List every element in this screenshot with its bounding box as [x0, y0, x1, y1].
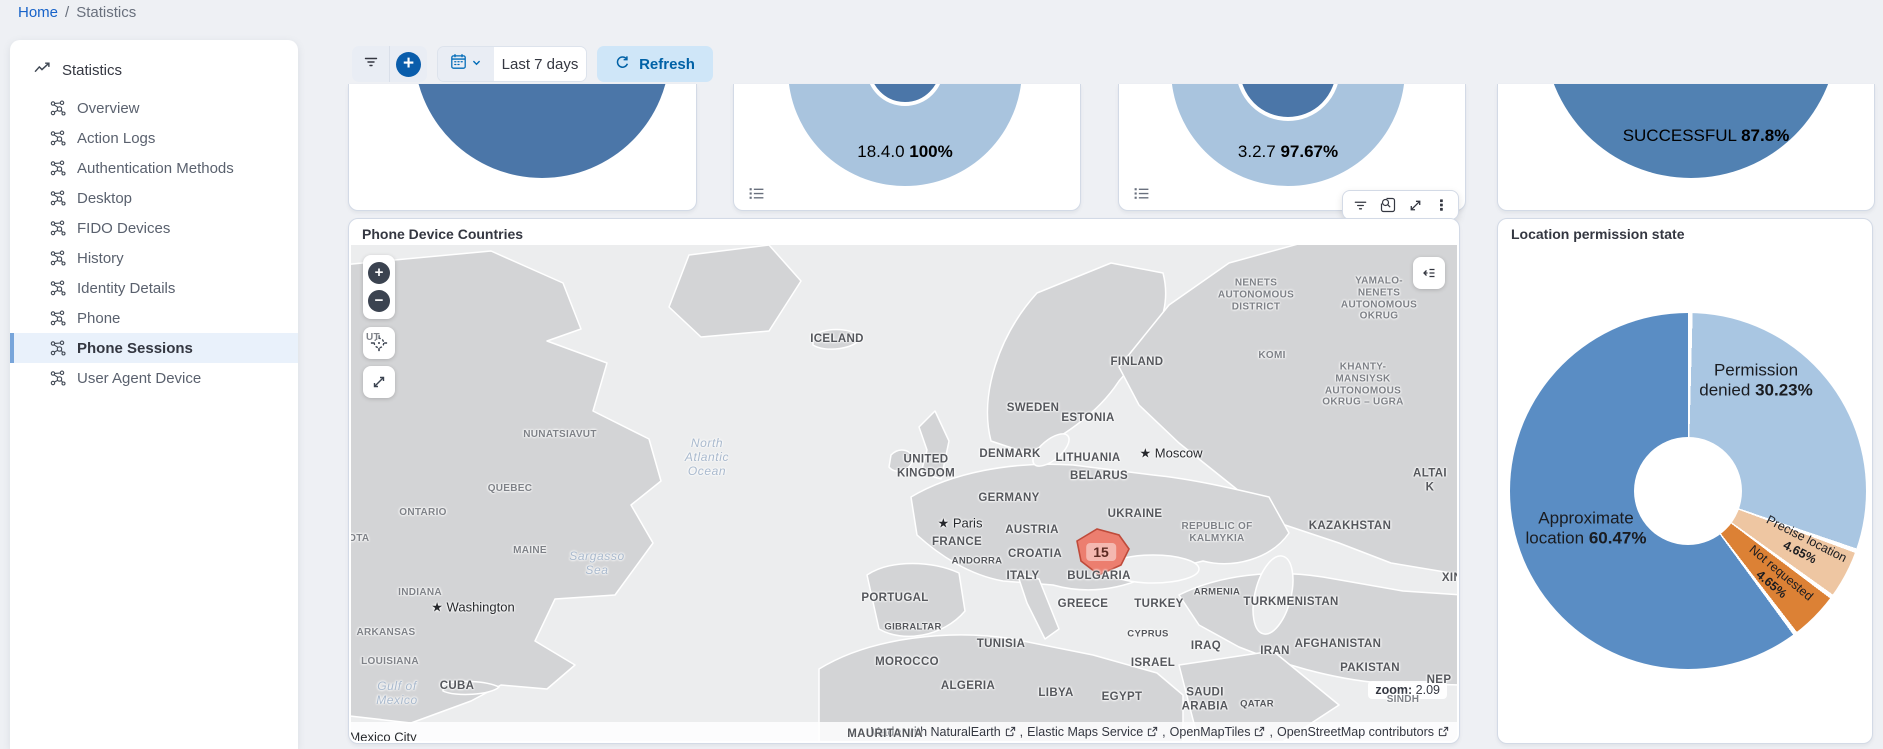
graph-nodes-icon [50, 220, 66, 236]
breadcrumb-current: Statistics [76, 4, 136, 21]
map-area[interactable]: 15 + − zoom: 2.09 Made with NaturalEarth… [351, 245, 1457, 741]
sidebar-title: Statistics [62, 62, 122, 79]
statistics-dashboard: Home / Statistics Statistics Overview Act… [0, 0, 1883, 749]
graph-nodes-icon [50, 280, 66, 296]
map-country-count-badge: 15 [1086, 543, 1116, 561]
graph-nodes-icon [50, 130, 66, 146]
sidebar: Statistics Overview Action Logs Authentica… [10, 40, 298, 749]
time-range-display[interactable]: Last 7 days [494, 47, 586, 81]
legend-toggle-icon[interactable] [746, 183, 767, 204]
map-zoom-controls: + − [363, 255, 395, 319]
panel-success-pie: SUCCESSFUL 87.8% [1497, 84, 1875, 211]
sidebar-item-user-agent-device[interactable]: User Agent Device [10, 363, 298, 393]
sidebar-item-fido-devices[interactable]: FIDO Devices [10, 213, 298, 243]
filter-button[interactable] [352, 46, 389, 82]
graph-nodes-icon [50, 190, 66, 206]
map-attribution: Made with NaturalEarth, Elastic Maps Serv… [351, 722, 1457, 741]
date-picker: Last 7 days [437, 46, 587, 82]
sidebar-item-phone[interactable]: Phone [10, 303, 298, 333]
map-panel: Phone Device Countries [348, 218, 1460, 744]
external-link-icon [1005, 726, 1016, 737]
chevron-down-icon [471, 55, 482, 73]
sidebar-item-desktop[interactable]: Desktop [10, 183, 298, 213]
pie-label: 3.2.7 97.67% [1238, 142, 1338, 162]
graph-nodes-icon [50, 340, 66, 356]
panel-expand-icon[interactable] [1408, 198, 1423, 213]
calendar-button[interactable] [438, 47, 494, 81]
sidebar-item-label: User Agent Device [77, 370, 201, 387]
sidebar-item-label: Identity Details [77, 280, 175, 297]
sidebar-item-label: Action Logs [77, 130, 155, 147]
sidebar-item-authentication-methods[interactable]: Authentication Methods [10, 153, 298, 183]
sidebar-item-label: FIDO Devices [77, 220, 170, 237]
refresh-icon [615, 55, 630, 74]
sidebar-item-action-logs[interactable]: Action Logs [10, 123, 298, 153]
pie-label: SUCCESSFUL 87.8% [1623, 126, 1790, 146]
map-panel-title: Phone Device Countries [362, 226, 523, 242]
filter-icon [363, 54, 379, 75]
sidebar-items: Overview Action Logs Authentication Method… [10, 93, 298, 393]
attribution-link[interactable]: OpenStreetMap contributors [1277, 725, 1449, 739]
sidebar-header: Statistics [10, 40, 298, 93]
panel-inspect-icon[interactable] [1380, 197, 1396, 213]
breadcrumb-separator: / [65, 4, 69, 21]
panel-hover-toolbar [1342, 190, 1459, 220]
sidebar-item-overview[interactable]: Overview [10, 93, 298, 123]
pie-chart[interactable] [414, 84, 670, 178]
zoom-in-button[interactable]: + [368, 262, 390, 284]
fit-to-data-button[interactable] [363, 366, 395, 398]
sidebar-item-label: History [77, 250, 124, 267]
plus-icon: + [396, 52, 421, 77]
sidebar-item-label: Phone [77, 310, 120, 327]
external-link-icon [1254, 726, 1265, 737]
graph-nodes-icon [50, 160, 66, 176]
map-landmasses [351, 245, 1457, 741]
attribution-link[interactable]: OpenMapTiles, [1170, 725, 1273, 739]
sidebar-item-label: Desktop [77, 190, 132, 207]
panel-filter-icon[interactable] [1353, 198, 1368, 213]
graph-nodes-icon [50, 370, 66, 386]
top-toolbar: + Last 7 days Refresh [352, 46, 713, 82]
graph-nodes-icon [50, 100, 66, 116]
panel-versions-pie [348, 84, 697, 211]
sidebar-item-identity-details[interactable]: Identity Details [10, 273, 298, 303]
donut-hole [1634, 437, 1742, 545]
calendar-icon [450, 53, 467, 75]
filter-add-group: + [352, 46, 427, 82]
map-zoom-level: zoom: 2.09 [1368, 681, 1447, 699]
breadcrumb: Home / Statistics [18, 4, 136, 21]
legend-collapse-button[interactable] [1413, 257, 1445, 289]
sidebar-item-phone-sessions[interactable]: Phone Sessions [10, 333, 298, 363]
refresh-button[interactable]: Refresh [597, 46, 713, 82]
add-filter-button[interactable]: + [389, 46, 427, 82]
panel-app-version-pie: 18.4.0 100% [733, 84, 1081, 211]
sidebar-item-label: Phone Sessions [77, 340, 193, 357]
set-view-crosshair-button[interactable] [363, 327, 395, 359]
sidebar-item-label: Overview [77, 100, 140, 117]
panel-more-actions-icon[interactable] [1435, 197, 1448, 213]
legend-toggle-icon[interactable] [1131, 183, 1152, 204]
donut-label-approximate-location: Approximate location 60.47% [1525, 509, 1646, 550]
external-link-icon [1147, 726, 1158, 737]
graph-nodes-icon [50, 250, 66, 266]
pie-label: 18.4.0 100% [857, 142, 952, 162]
zoom-out-button[interactable]: − [368, 290, 390, 312]
graph-nodes-icon [50, 310, 66, 326]
location-panel-title: Location permission state [1511, 226, 1684, 242]
external-link-icon [1438, 726, 1449, 737]
sidebar-item-label: Authentication Methods [77, 160, 234, 177]
sidebar-item-history[interactable]: History [10, 243, 298, 273]
attribution-link[interactable]: Made with NaturalEarth, [870, 725, 1023, 739]
donut-label-permission-denied: Permission denied 30.23% [1699, 361, 1812, 402]
attribution-link[interactable]: Elastic Maps Service, [1027, 725, 1166, 739]
breadcrumb-home-link[interactable]: Home [18, 4, 58, 21]
location-permission-panel: Location permission state Permission den… [1497, 218, 1873, 744]
stats-line-chart-icon [34, 60, 51, 81]
